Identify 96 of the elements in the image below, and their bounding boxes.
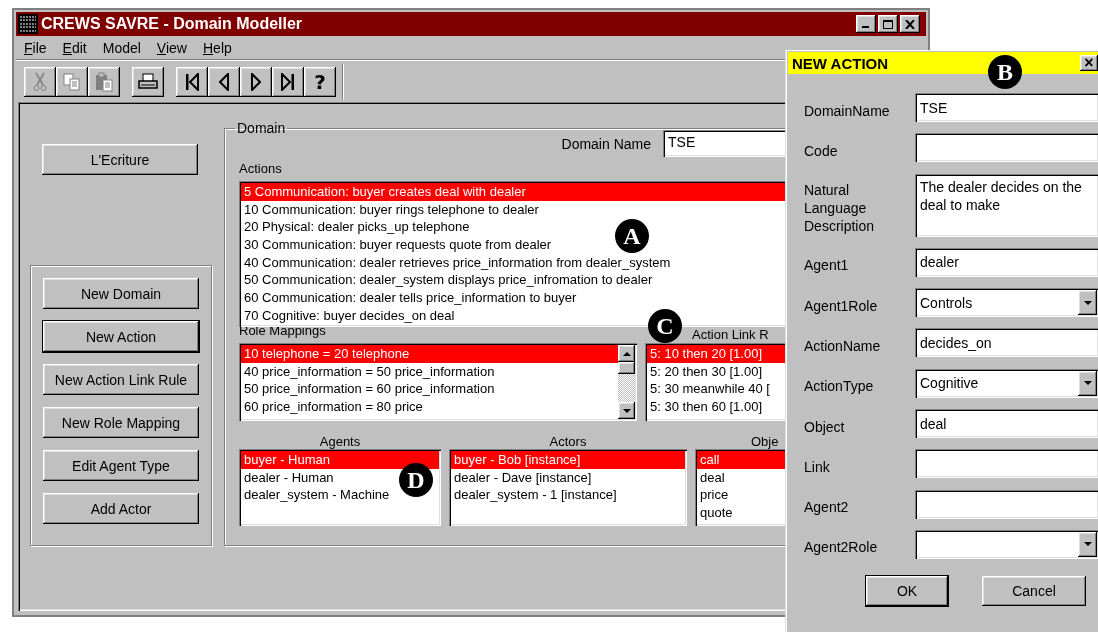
scroll-up-arrow-icon	[622, 351, 631, 356]
close-icon	[905, 19, 915, 29]
list-item[interactable]: quote	[697, 504, 736, 522]
action-button[interactable]: Edit Agent Type	[43, 450, 199, 481]
dropdown-field[interactable]	[915, 529, 1098, 559]
first-record-button[interactable]	[176, 66, 208, 97]
triangle-right-icon	[251, 72, 261, 91]
input-field[interactable]: decides_on	[915, 328, 1098, 358]
list-item[interactable]: 10 Communication: buyer rings telephone to dealer	[241, 200, 542, 219]
menu-item[interactable]: View	[150, 37, 193, 58]
field-label: Object	[804, 417, 846, 436]
scroll-down-button[interactable]	[618, 402, 635, 419]
scroll-thumb[interactable]	[618, 362, 635, 374]
input-field[interactable]: TSE	[915, 93, 1098, 122]
previous-record-button[interactable]	[208, 66, 240, 97]
menu-item[interactable]: Help	[196, 37, 238, 58]
input-field[interactable]: dealer	[915, 247, 1098, 277]
list-item[interactable]: dealer_system - Machine	[241, 486, 393, 505]
next-record-button[interactable]	[240, 66, 272, 97]
cancel-button[interactable]: Cancel	[982, 575, 1086, 606]
field-label: Agent2Role	[804, 538, 879, 557]
list-item[interactable]: dealer_system - 1 [instance]	[451, 486, 620, 505]
dropdown-arrow-icon	[1083, 542, 1092, 547]
list-item[interactable]: 20 Physical: dealer picks_up telephone	[241, 218, 473, 237]
action-button[interactable]: New Action Link Rule	[43, 364, 199, 395]
printer-icon	[138, 72, 158, 91]
list-item[interactable]: 5: 30 then 60 [1.00]	[647, 398, 766, 416]
field-label: Agent1Role	[804, 296, 879, 315]
maximize-icon	[883, 19, 893, 29]
input-field[interactable]: deal	[915, 409, 1098, 439]
action-button[interactable]: New Domain	[43, 278, 199, 309]
field-label: DomainName	[804, 101, 891, 120]
scroll-down-arrow-icon	[622, 408, 631, 413]
column-heading: Actors	[549, 434, 587, 449]
app-logo-icon	[18, 14, 38, 34]
list-item[interactable]: dealer - Human	[241, 468, 337, 487]
copy-icon	[63, 72, 81, 91]
field-label: Agent1	[804, 256, 850, 275]
list-item[interactable]: 30 Communication: buyer requests quote from dealer	[241, 236, 555, 254]
menu-item[interactable]: Model	[96, 37, 147, 58]
action-button[interactable]: Add Actor	[43, 493, 199, 524]
list-item[interactable]: 10 telephone = 20 telephone	[241, 345, 618, 363]
scroll-up-button[interactable]	[618, 345, 635, 362]
input-field[interactable]	[915, 449, 1098, 479]
scrollbar[interactable]	[618, 345, 635, 419]
action-button[interactable]: New Action	[43, 321, 199, 352]
list-item[interactable]: 50 Communication: dealer_system displays price_infromation to dealer	[241, 271, 656, 290]
section-label: Actions	[239, 161, 282, 177]
close-button[interactable]: ×	[1080, 55, 1098, 71]
list-item[interactable]: 50 price_information = 60 price_information	[241, 380, 498, 399]
skip-back-icon	[185, 72, 199, 91]
last-record-button[interactable]	[272, 66, 304, 97]
list-item[interactable]: 5: 20 then 30 [1.00]	[647, 362, 766, 381]
column-heading: Agents	[319, 434, 361, 449]
list-item[interactable]: price	[697, 486, 732, 505]
ok-button[interactable]: OK	[866, 575, 948, 606]
dropdown-arrow-icon	[1083, 381, 1092, 386]
field-label: Agent2	[804, 498, 850, 517]
triangle-left-icon	[219, 72, 229, 91]
dialog-title: NEW ACTION	[792, 54, 889, 72]
print-button[interactable]	[132, 66, 164, 97]
list-item[interactable]: 5: 30 meanwhile 40 [	[647, 380, 773, 399]
clipboard-icon	[95, 71, 113, 92]
list-item[interactable]: 40 price_information = 50 price_information	[241, 362, 498, 381]
close-button[interactable]	[900, 15, 920, 33]
list-item[interactable]: 60 Communication: dealer tells price_information to buyer	[241, 289, 580, 307]
list-item[interactable]: 70 Cognitive: buyer decides_on deal	[241, 306, 458, 325]
skip-forward-icon	[281, 72, 295, 91]
lecriture-button[interactable]: L'Ecriture	[42, 144, 198, 175]
help-button[interactable]: ?	[304, 66, 336, 97]
scissors-icon	[33, 71, 47, 92]
menu-item[interactable]: File	[18, 37, 53, 58]
window-title: CREWS SAVRE - Domain Modeller	[41, 15, 304, 33]
column-heading: Obje	[751, 434, 779, 449]
menu-item[interactable]: Edit	[56, 37, 93, 58]
description-field[interactable]: The dealer decides on the deal to make	[915, 173, 1098, 237]
maximize-button[interactable]	[878, 15, 898, 33]
section-label: Action Link R	[692, 327, 769, 343]
dropdown-arrow-icon	[1083, 300, 1092, 305]
field-label: ActionType	[804, 377, 875, 396]
group-legend: Domain	[235, 120, 288, 136]
dropdown-field[interactable]: Controls	[915, 288, 1098, 318]
input-field[interactable]	[915, 133, 1098, 163]
list-item[interactable]: 60 price_information = 80 price	[241, 398, 426, 416]
list-item[interactable]: buyer - Human	[241, 451, 439, 469]
field-label: Domain Name	[561, 135, 651, 152]
list-item[interactable]: deal	[697, 468, 728, 487]
action-button[interactable]: New Role Mapping	[43, 407, 199, 438]
list-item[interactable]: buyer - Bob [instance]	[451, 451, 685, 469]
dropdown-field[interactable]: Cognitive	[915, 368, 1098, 398]
list-item[interactable]: dealer - Dave [instance]	[451, 468, 595, 487]
field-label: Code	[804, 141, 839, 160]
field-label: Link	[804, 457, 831, 476]
input-field[interactable]	[915, 489, 1098, 519]
minimize-button[interactable]	[856, 15, 876, 33]
list-item[interactable]: 40 Communication: dealer retrieves price_information from dealer_system	[241, 253, 674, 272]
